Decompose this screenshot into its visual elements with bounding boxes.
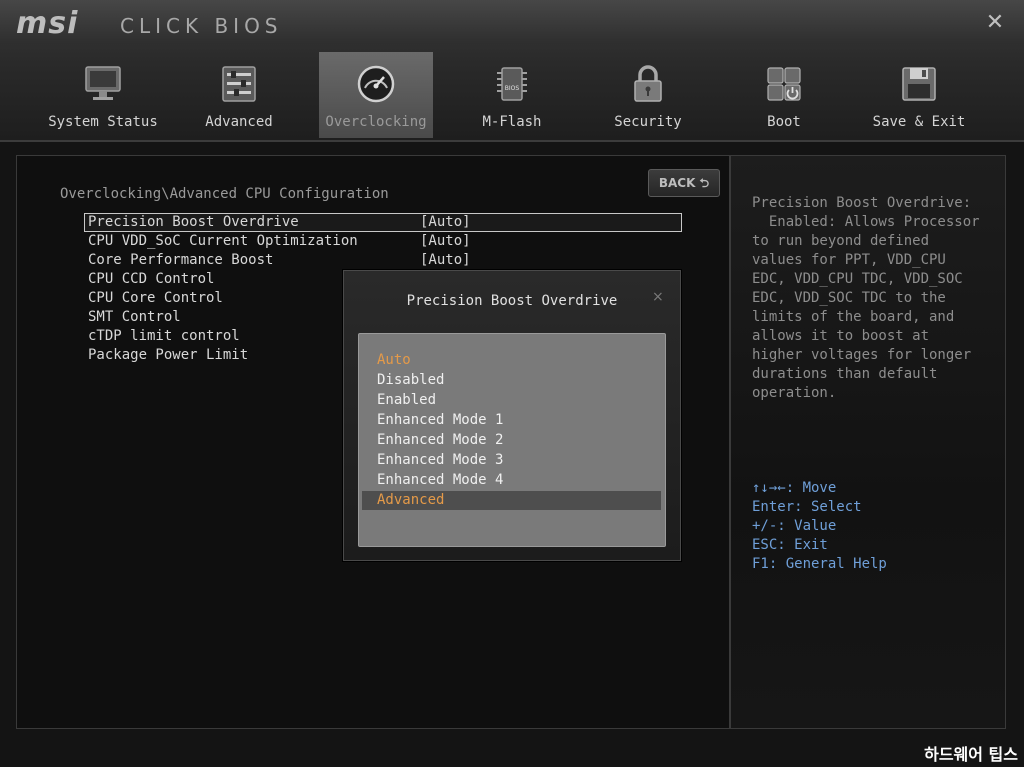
tab-label: Save & Exit	[872, 114, 966, 130]
tab-m-flash[interactable]: BIOS M-Flash	[455, 52, 569, 138]
option-enabled[interactable]: Enabled	[362, 391, 661, 410]
floppy-icon	[902, 67, 936, 101]
setting-name: cTDP limit control	[88, 328, 240, 344]
sliders-icon	[222, 66, 256, 102]
tab-label: System Status	[48, 114, 158, 130]
tab-label: M-Flash	[482, 114, 542, 130]
setting-name: CPU CCD Control	[88, 271, 215, 287]
option-advanced[interactable]: Advanced	[362, 491, 661, 510]
msi-logo: msi	[16, 6, 79, 41]
tab-label: Advanced	[205, 114, 273, 130]
setting-name: Precision Boost Overdrive	[88, 214, 299, 230]
setting-name: Core Performance Boost	[88, 252, 274, 268]
option-list: Auto Disabled Enabled Enhanced Mode 1 En…	[358, 333, 666, 547]
setting-value: [Auto]	[420, 233, 471, 249]
gauge-icon	[357, 65, 395, 103]
setting-value: [Auto]	[420, 252, 471, 268]
setting-name: Package Power Limit	[88, 347, 249, 363]
key-legend: ↑↓→←: Move Enter: Select +/-: Value ESC:…	[752, 480, 887, 572]
option-auto[interactable]: Auto	[362, 351, 661, 370]
header-bar: msi CLICK BIOS ✕ System Status Advanced …	[0, 0, 1024, 142]
power-keys-icon	[767, 67, 801, 101]
tab-system-status[interactable]: System Status	[46, 52, 160, 138]
option-popup: Precision Boost Overdrive × Auto Disable…	[343, 270, 681, 561]
tab-save-exit[interactable]: Save & Exit	[862, 52, 976, 138]
breadcrumb: Overclocking\Advanced CPU Configuration	[60, 186, 389, 202]
option-label: Enhanced Mode 1	[377, 412, 504, 428]
tab-overclocking[interactable]: Overclocking	[319, 52, 433, 138]
lock-icon	[634, 65, 662, 102]
option-label: Auto	[377, 352, 411, 368]
option-disabled[interactable]: Disabled	[362, 371, 661, 390]
option-label: Enhanced Mode 2	[377, 432, 504, 448]
tab-security[interactable]: Security	[591, 52, 705, 138]
option-label: Enhanced Mode 3	[377, 452, 504, 468]
click-bios-title: CLICK BIOS	[120, 14, 283, 38]
back-button[interactable]: BACK ⮌	[648, 169, 720, 197]
setting-precision-boost-overdrive[interactable]: Precision Boost Overdrive [Auto]	[84, 213, 682, 232]
setting-cpu-vdd-soc-current-optimization[interactable]: CPU VDD_SoC Current Optimization [Auto]	[84, 232, 682, 251]
option-enhanced-mode-3[interactable]: Enhanced Mode 3	[362, 451, 661, 470]
tab-label: Overclocking	[325, 114, 427, 130]
option-enhanced-mode-4[interactable]: Enhanced Mode 4	[362, 471, 661, 490]
option-label: Disabled	[377, 372, 445, 388]
bios-chip-icon: BIOS	[497, 67, 527, 101]
popup-title: Precision Boost Overdrive	[406, 293, 618, 309]
setting-name: SMT Control	[88, 309, 181, 325]
close-icon[interactable]: ✕	[984, 12, 1006, 34]
option-enhanced-mode-2[interactable]: Enhanced Mode 2	[362, 431, 661, 450]
option-label: Enhanced Mode 4	[377, 472, 504, 488]
svg-text:BIOS: BIOS	[505, 85, 520, 92]
watermark: 하드웨어 팁스	[924, 745, 1018, 764]
tab-label: Security	[614, 114, 682, 130]
setting-name: CPU Core Control	[88, 290, 223, 306]
tab-boot[interactable]: Boot	[727, 52, 841, 138]
monitor-icon	[85, 66, 121, 100]
option-enhanced-mode-1[interactable]: Enhanced Mode 1	[362, 411, 661, 430]
close-icon[interactable]: ×	[652, 289, 664, 305]
help-description: Precision Boost Overdrive: Enabled: Allo…	[752, 195, 980, 401]
option-label: Enabled	[377, 392, 437, 408]
option-label: Advanced	[377, 492, 445, 508]
tab-advanced[interactable]: Advanced	[182, 52, 296, 138]
main-tabs: System Status Advanced Overclocking BIOS…	[0, 52, 1024, 140]
setting-name: CPU VDD_SoC Current Optimization	[88, 233, 358, 249]
setting-core-performance-boost[interactable]: Core Performance Boost [Auto]	[84, 251, 682, 270]
tab-label: Boot	[767, 114, 801, 130]
setting-value: [Auto]	[420, 214, 471, 230]
